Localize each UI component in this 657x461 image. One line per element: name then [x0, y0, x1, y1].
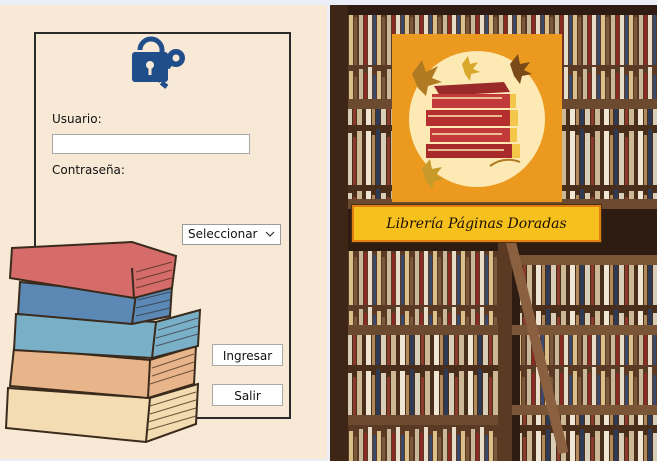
logo-graphic: [409, 51, 545, 189]
chevron-down-icon: [265, 231, 275, 237]
user-input[interactable]: [52, 134, 250, 154]
exit-button[interactable]: Salir: [212, 384, 283, 406]
password-label: Contraseña:: [52, 163, 125, 177]
library-logo: [392, 34, 562, 202]
lock-key-icon: [132, 36, 185, 89]
library-title-badge: Librería Páginas Doradas: [352, 205, 601, 242]
library-title: Librería Páginas Doradas: [386, 215, 567, 232]
login-window: Usuario: Contraseña: Seleccionar Ingresa…: [0, 0, 657, 461]
login-button[interactable]: Ingresar: [212, 344, 283, 366]
books-stack-illustration: [4, 240, 202, 444]
user-label: Usuario:: [52, 112, 102, 126]
